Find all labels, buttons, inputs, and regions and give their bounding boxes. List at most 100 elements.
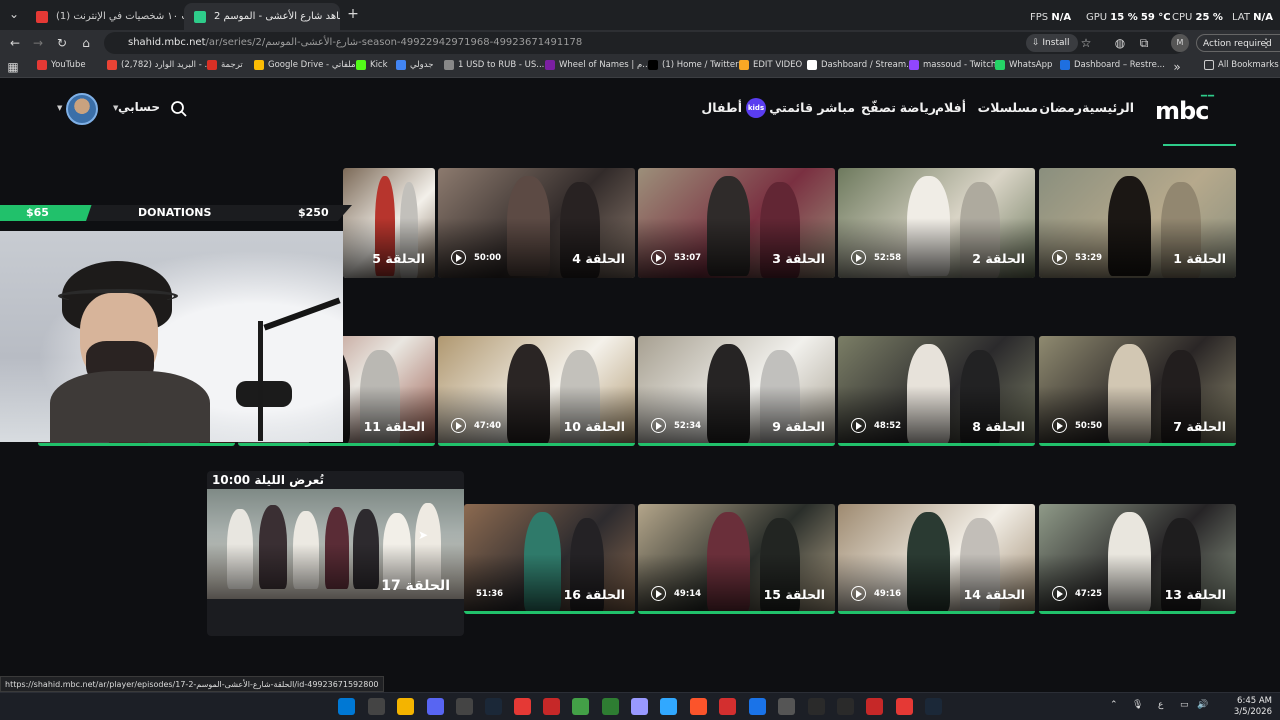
- photoshop-icon[interactable]: [660, 698, 677, 715]
- play-icon[interactable]: [1052, 418, 1067, 433]
- extension-icon[interactable]: ◍: [1111, 34, 1129, 52]
- tab-search-icon[interactable]: ⌄: [5, 5, 23, 23]
- episode-card[interactable]: الحلقة 7 50:50: [1039, 336, 1236, 446]
- brave-icon[interactable]: [690, 698, 707, 715]
- play-icon[interactable]: [851, 418, 866, 433]
- bookmark-item[interactable]: Kick: [356, 60, 388, 70]
- app-icon[interactable]: [543, 698, 560, 715]
- episode-card[interactable]: الحلقة 10 47:40: [438, 336, 635, 446]
- search-icon[interactable]: [368, 698, 385, 715]
- app-icon[interactable]: [866, 698, 883, 715]
- chevron-up-icon[interactable]: ⌃: [1110, 700, 1118, 710]
- nav-item[interactable]: مسلسلات: [978, 100, 1038, 115]
- nav-item[interactable]: رمضان: [1039, 100, 1082, 115]
- app-icon[interactable]: [719, 698, 736, 715]
- network-icon[interactable]: ▭: [1180, 700, 1189, 710]
- play-icon[interactable]: [651, 418, 666, 433]
- file-explorer-icon[interactable]: [397, 698, 414, 715]
- tab-youtube[interactable]: (1) أغرب ١٠ شخصيات في الإنترنت ✕: [26, 3, 184, 30]
- chrome-icon[interactable]: [749, 698, 766, 715]
- volume-icon[interactable]: 🔊: [1197, 700, 1208, 710]
- menu-icon[interactable]: ⋮: [1257, 34, 1275, 52]
- reload-icon[interactable]: ↻: [53, 34, 71, 52]
- mbc-logo[interactable]: mbc ━━: [1155, 91, 1214, 125]
- chevron-down-icon[interactable]: ▼: [113, 104, 118, 112]
- nav-item[interactable]: قائمتي: [769, 100, 813, 115]
- nav-item[interactable]: مباشر: [817, 100, 855, 115]
- app-icon[interactable]: [837, 698, 854, 715]
- play-icon[interactable]: [851, 586, 866, 601]
- nav-item[interactable]: رياضة: [900, 100, 936, 115]
- language-indicator[interactable]: ع: [1158, 700, 1163, 710]
- episode-card[interactable]: الحلقة 5: [343, 168, 435, 278]
- app-icon[interactable]: [778, 698, 795, 715]
- nav-item[interactable]: تصفّح: [861, 100, 896, 115]
- play-icon[interactable]: [451, 418, 466, 433]
- episode-card[interactable]: الحلقة 14 49:16: [838, 504, 1035, 614]
- play-icon[interactable]: [1052, 586, 1067, 601]
- chevron-down-icon[interactable]: ▼: [57, 104, 62, 112]
- home-icon[interactable]: ⌂: [77, 34, 95, 52]
- apps-grid-icon[interactable]: ▦: [4, 58, 22, 76]
- all-bookmarks-button[interactable]: All Bookmarks: [1204, 60, 1279, 70]
- episode-card[interactable]: الحلقة 1 53:29: [1039, 168, 1236, 278]
- bookmark-item[interactable]: Google Drive - ملفاتي: [254, 60, 356, 70]
- back-icon[interactable]: ←: [6, 34, 24, 52]
- nav-item[interactable]: أفلام: [935, 100, 966, 115]
- chevron-right-icon[interactable]: »: [1168, 58, 1186, 76]
- nav-item[interactable]: أطفال: [701, 100, 742, 115]
- bookmark-item[interactable]: massoud - Twitch: [909, 60, 996, 70]
- bookmark-item[interactable]: ترجمة: [207, 60, 243, 70]
- bookmark-item[interactable]: Wheel of Names | م...: [545, 60, 650, 70]
- play-icon[interactable]: [651, 586, 666, 601]
- bookmark-item[interactable]: 1 USD to RUB - US...: [444, 60, 544, 70]
- episode-card[interactable]: الحلقة 16 51:36: [464, 504, 635, 614]
- app-icon[interactable]: [896, 698, 913, 715]
- search-icon[interactable]: [170, 100, 188, 118]
- puzzle-icon[interactable]: ⧉: [1135, 34, 1153, 52]
- episode-card[interactable]: الحلقة 8 48:52: [838, 336, 1035, 446]
- install-button[interactable]: ⇩ Install: [1026, 34, 1078, 52]
- episode-card[interactable]: الحلقة 9 52:34: [638, 336, 835, 446]
- bookmark-item[interactable]: YouTube: [37, 60, 86, 70]
- new-tab-button[interactable]: +: [344, 5, 362, 23]
- forward-icon[interactable]: →: [29, 34, 47, 52]
- avatar[interactable]: [66, 93, 98, 125]
- app-icon[interactable]: [572, 698, 589, 715]
- steam-icon[interactable]: [925, 698, 942, 715]
- episode-card[interactable]: الحلقة 4 50:00: [438, 168, 635, 278]
- microphone-icon[interactable]: 🎙: [1132, 700, 1143, 710]
- play-icon[interactable]: [851, 250, 866, 265]
- bookmark-item[interactable]: جدولي: [396, 60, 434, 70]
- upcoming-episode-card[interactable]: تُعرض الليلة 10:00 م الحلقة 17: [207, 471, 464, 636]
- windows-start-icon[interactable]: [338, 698, 355, 715]
- address-bar[interactable]: shahid.mbc.net/ar/series/2/شارع-الأعشى-ا…: [104, 32, 1186, 54]
- steam-icon[interactable]: [485, 698, 502, 715]
- episode-card[interactable]: الحلقة 3 53:07: [638, 168, 835, 278]
- bookmark-item[interactable]: EDIT VIDEO: [739, 60, 802, 70]
- bookmark-item[interactable]: Dashboard – Restre...: [1060, 60, 1165, 70]
- bookmark-item[interactable]: Dashboard / Stream...: [807, 60, 914, 70]
- episode-card[interactable]: الحلقة 13 47:25: [1039, 504, 1236, 614]
- bookmark-item[interactable]: WhatsApp: [995, 60, 1052, 70]
- tab-shahid[interactable]: شاهد شارع الأعشى - الموسم 2 | ✕: [184, 3, 340, 30]
- episode-card[interactable]: الحلقة 2 52:58: [838, 168, 1035, 278]
- nav-item[interactable]: الرئيسية: [1082, 100, 1134, 115]
- bookmark-item[interactable]: (1) Home / Twitter: [648, 60, 739, 70]
- account-menu[interactable]: حسابي: [118, 100, 160, 114]
- play-icon[interactable]: [1052, 250, 1067, 265]
- play-icon[interactable]: [651, 250, 666, 265]
- app-icon[interactable]: [514, 698, 531, 715]
- media-player-icon[interactable]: [456, 698, 473, 715]
- star-icon[interactable]: ☆: [1077, 34, 1095, 52]
- system-clock[interactable]: 6:45 AM 3/5/2026: [1234, 696, 1272, 718]
- excel-icon[interactable]: [602, 698, 619, 715]
- play-icon[interactable]: [451, 250, 466, 265]
- profile-avatar[interactable]: M: [1171, 34, 1189, 52]
- capcut-icon[interactable]: [808, 698, 825, 715]
- episode-title: الحلقة 15: [763, 587, 825, 602]
- premiere-icon[interactable]: [631, 698, 648, 715]
- discord-icon[interactable]: [427, 698, 444, 715]
- bookmark-item[interactable]: (2,782) البريد الوارد - ...: [107, 60, 213, 70]
- episode-card[interactable]: الحلقة 15 49:14: [638, 504, 835, 614]
